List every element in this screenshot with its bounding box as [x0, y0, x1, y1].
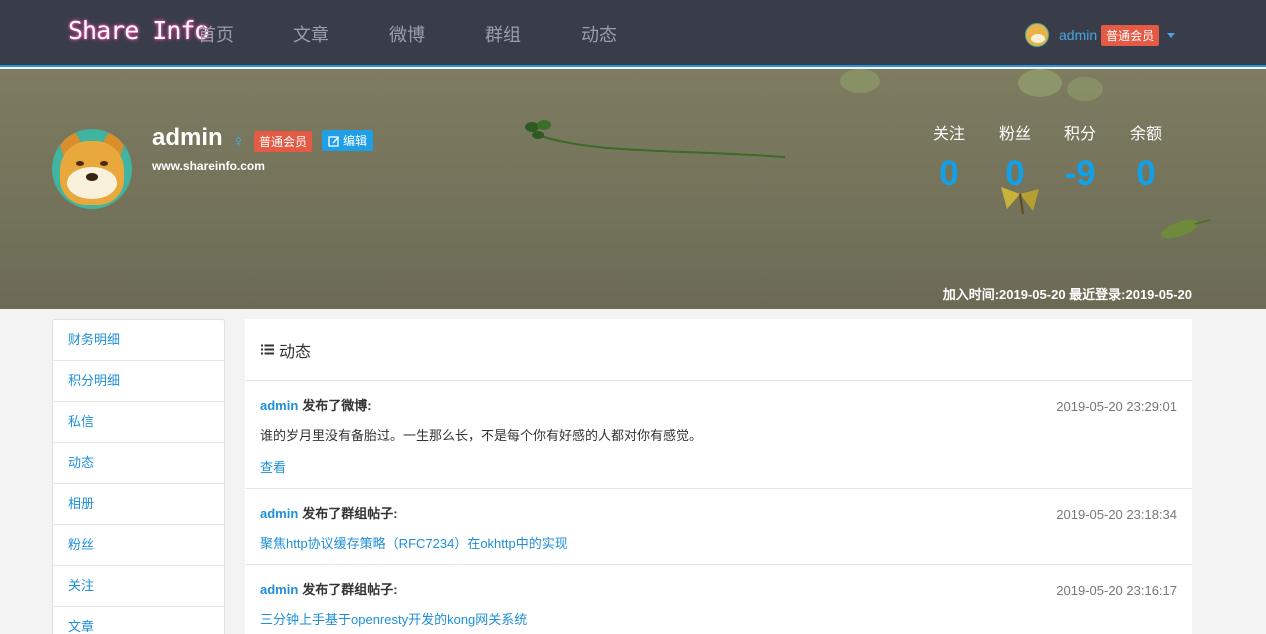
feed-user-link[interactable]: admin — [260, 582, 298, 597]
feed-user-link[interactable]: admin — [260, 398, 298, 413]
feed-content: 谁的岁月里没有备胎过。一生那么长，不是每个你有好感的人都对你有感觉。 — [260, 428, 703, 443]
feed-item: admin 发布了群组帖子: 2019-05-20 23:18:34 聚焦http… — [245, 489, 1192, 565]
feed-headline: admin 发布了微博: — [260, 395, 1177, 414]
sidebar-item-finance[interactable]: 财务明细 — [53, 320, 224, 361]
feed-headline: admin 发布了群组帖子: — [260, 503, 1177, 522]
stat-label: 积分 — [1063, 126, 1096, 143]
brand-logo[interactable]: Share Info — [68, 16, 210, 45]
sidebar-item-articles[interactable]: 文章 — [53, 607, 224, 634]
feed-user-link[interactable]: admin — [260, 506, 298, 521]
feed-action: 发布了群组帖子: — [302, 582, 398, 597]
stat-balance[interactable]: 余额 0 — [1126, 120, 1166, 191]
profile-member-badge: 普通会员 — [254, 131, 313, 152]
feed-time: 2019-05-20 23:16:17 — [1056, 583, 1177, 598]
edit-label: 编辑 — [343, 134, 368, 148]
stat-value: 0 — [1005, 154, 1025, 193]
join-info: 加入时间:2019-05-20 最近登录:2019-05-20 — [942, 287, 1192, 302]
profile-name: admin — [152, 124, 223, 151]
profile-website[interactable]: www.shareinfo.com — [152, 159, 265, 173]
nav-item-articles[interactable]: 文章 — [293, 21, 329, 47]
vine-decoration — [525, 120, 786, 158]
sidebar-item-following[interactable]: 关注 — [53, 566, 224, 607]
edit-profile-button[interactable]: 编辑 — [322, 130, 374, 151]
sidebar-item-fans[interactable]: 粉丝 — [53, 525, 224, 566]
panel-title: 动态 — [279, 343, 312, 361]
stat-following[interactable]: 关注 0 — [929, 120, 969, 191]
nav-item-home[interactable]: 首页 — [198, 21, 234, 47]
nav-item-weibo[interactable]: 微博 — [389, 21, 425, 47]
list-icon — [261, 344, 274, 355]
stat-value: 0 — [1136, 154, 1156, 193]
chevron-down-icon — [1167, 32, 1176, 38]
feed-view-link[interactable]: 查看 — [260, 457, 1177, 488]
sidebar-item-messages[interactable]: 私信 — [53, 402, 224, 443]
feed-time: 2019-05-20 23:18:34 — [1056, 507, 1177, 522]
nav-member-badge: 普通会员 — [1101, 24, 1160, 46]
feed-action: 发布了微博: — [302, 398, 372, 413]
panel-header: 动态 — [245, 319, 1192, 381]
stat-points[interactable]: 积分 -9 — [1060, 120, 1100, 191]
stat-label: 粉丝 — [998, 126, 1031, 143]
sidebar-item-album[interactable]: 相册 — [53, 484, 224, 525]
stat-value: -9 — [1064, 154, 1096, 193]
nav-item-groups[interactable]: 群组 — [485, 21, 521, 47]
gender-icon: ♀ — [232, 132, 245, 151]
activity-panel: 动态 admin 发布了微博: 2019-05-20 23:29:01 谁的岁月里… — [245, 319, 1192, 634]
feed-item: admin 发布了微博: 2019-05-20 23:29:01 谁的岁月里没有备… — [245, 381, 1192, 489]
stat-label: 余额 — [1129, 126, 1162, 143]
feed-item: admin 发布了群组帖子: 2019-05-20 23:16:17 三分钟上手基… — [245, 565, 1192, 634]
leaves-decoration — [840, 69, 1103, 101]
profile-avatar[interactable] — [52, 129, 132, 209]
profile-banner: admin ♀ 普通会员 编辑 www.shareinfo.com 关注 0 粉… — [0, 69, 1266, 309]
feed-post-link[interactable]: 三分钟上手基于openresty开发的kong网关系统 — [260, 609, 1177, 634]
stat-label: 关注 — [932, 126, 965, 143]
nav-username: admin — [1059, 27, 1098, 43]
nav-avatar — [1025, 23, 1049, 47]
nav-item-activity[interactable]: 动态 — [581, 21, 617, 47]
sidebar-item-points[interactable]: 积分明细 — [53, 361, 224, 402]
sidebar-item-activity[interactable]: 动态 — [53, 443, 224, 484]
leaf-decoration — [1161, 219, 1211, 239]
sidebar-menu: 财务明细 积分明细 私信 动态 相册 粉丝 关注 文章 — [52, 319, 225, 634]
feed-post-link[interactable]: 聚焦http协议缓存策略（RFC7234）在okhttp中的实现 — [260, 533, 1177, 564]
stat-followers[interactable]: 粉丝 0 — [995, 120, 1035, 191]
feed-action: 发布了群组帖子: — [302, 506, 398, 521]
top-navbar: Share Info 首页 文章 微博 群组 动态 admin 普通会员 — [0, 0, 1266, 67]
edit-icon — [328, 135, 339, 147]
user-menu[interactable]: admin 普通会员 — [1025, 23, 1176, 47]
stat-value: 0 — [939, 154, 959, 193]
feed-time: 2019-05-20 23:29:01 — [1056, 399, 1177, 414]
feed-headline: admin 发布了群组帖子: — [260, 579, 1177, 598]
